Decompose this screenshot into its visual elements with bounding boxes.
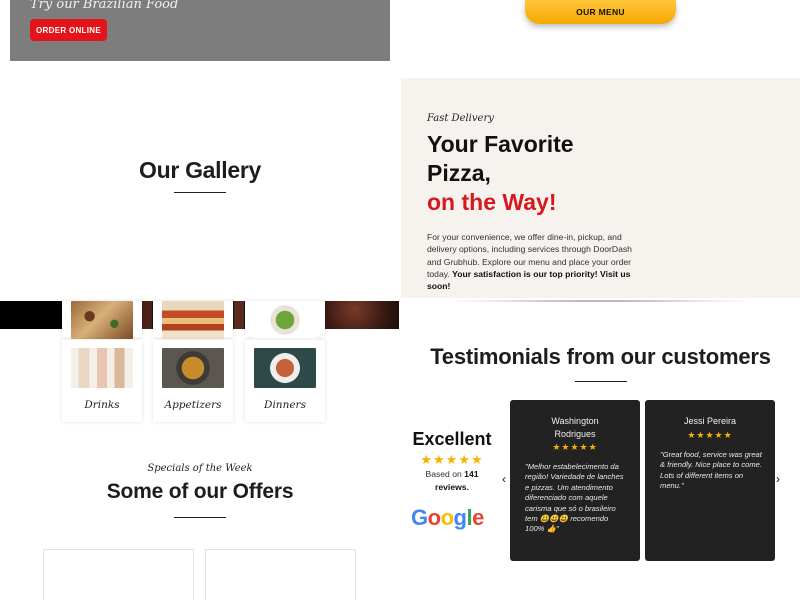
review-text: "Melhor estabelecimento da região! Varie… xyxy=(525,462,624,534)
gallery-strip-photo xyxy=(142,301,152,329)
review-card: Washington Rodrigues ★★★★★ "Melhor estab… xyxy=(510,400,640,561)
our-menu-button[interactable]: OUR MENU xyxy=(525,0,676,24)
delivery-title-line2: Pizza, xyxy=(427,160,491,186)
google-logo-letter: o xyxy=(440,505,454,530)
offer-card[interactable] xyxy=(43,549,194,600)
review-count-text: Based on 141 reviews. xyxy=(405,468,499,493)
next-arrow-icon[interactable]: › xyxy=(776,472,780,486)
review-count-prefix: Based on xyxy=(425,469,465,479)
menu-card-label: Drinks xyxy=(84,399,120,411)
order-online-button[interactable]: ORDER ONLINE xyxy=(30,19,107,41)
appetizers-photo xyxy=(162,348,224,388)
drinks-photo xyxy=(71,348,133,388)
delivery-eyebrow: Fast Delivery xyxy=(427,113,494,124)
google-logo-letter: g xyxy=(453,505,467,530)
review-card: Jessi Pereira ★★★★★ "Great food, service… xyxy=(645,400,775,561)
review-text: "Great food, service was great & friendl… xyxy=(660,450,762,491)
delivery-title-line3: on the Way! xyxy=(427,189,557,215)
review-count: 141 xyxy=(464,469,479,479)
prev-arrow-icon[interactable]: ‹ xyxy=(502,472,506,486)
gallery-strip-photo xyxy=(234,301,244,329)
specials-eyebrow: Specials of the Week xyxy=(147,463,253,474)
gallery-strip-photo xyxy=(0,301,62,329)
rating-label: Excellent xyxy=(412,429,492,449)
google-logo-letter: e xyxy=(472,505,484,530)
gallery-divider xyxy=(174,192,226,193)
dinners-photo xyxy=(254,348,316,388)
google-logo[interactable]: Google xyxy=(411,505,484,531)
pizza-photo xyxy=(71,301,133,339)
testimonials-divider xyxy=(575,381,627,382)
panel-shadow xyxy=(440,300,760,302)
gallery-strip-photo xyxy=(325,301,399,329)
salad-photo xyxy=(254,301,316,339)
gallery-title: Our Gallery xyxy=(139,157,261,183)
delivery-title: Your Favorite Pizza, on the Way! xyxy=(427,130,647,217)
google-logo-letter: o xyxy=(427,505,441,530)
delivery-body-bold: Your satisfaction is our top priority! V… xyxy=(427,268,631,292)
review-stars: ★★★★★ xyxy=(552,442,598,452)
delivery-title-line1: Your Favorite xyxy=(427,131,574,157)
hotdog-photo xyxy=(162,301,224,339)
rating-stars: ★★★★★ xyxy=(420,452,484,467)
google-logo-letter: G xyxy=(411,505,428,530)
offers-title: Some of our Offers xyxy=(106,480,294,503)
menu-card-label: Dinners xyxy=(264,399,306,411)
testimonials-title: Testimonials from our customers xyxy=(430,344,771,369)
offers-divider xyxy=(174,517,226,518)
reviewer-name: Washington Rodrigues xyxy=(551,416,599,439)
offer-card[interactable] xyxy=(205,549,356,600)
delivery-description: For your convenience, we offer dine-in, … xyxy=(427,231,632,292)
reviewer-name: Jessi Pereira xyxy=(683,416,737,426)
review-count-suffix: reviews. xyxy=(435,481,469,492)
menu-card-label: Appetizers xyxy=(164,399,222,411)
review-stars: ★★★★★ xyxy=(687,430,733,440)
hero-script-text: Try our Brazilian Food xyxy=(30,0,179,12)
